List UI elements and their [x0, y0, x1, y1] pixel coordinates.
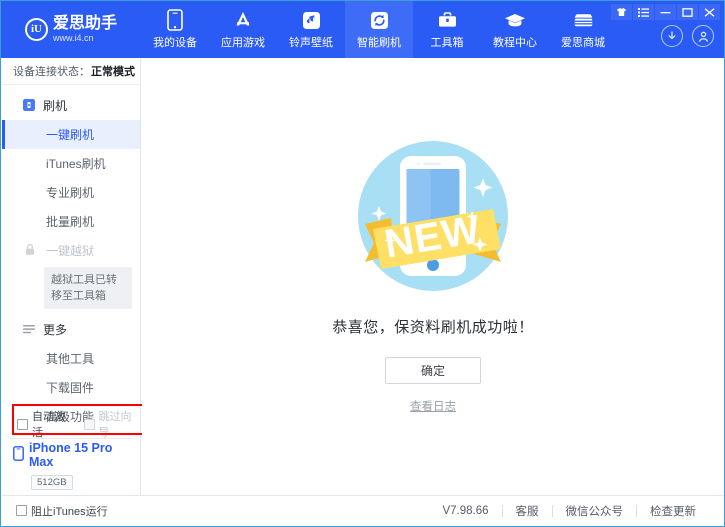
sidebar: 设备连接状态：正常模式 刷机 一键刷机 iTunes刷机 专业刷机 批量刷机	[2, 58, 145, 514]
status-bar: 阻止iTunes运行 V7.98.66 客服 微信公众号 检查更新	[2, 495, 724, 525]
skin-icon[interactable]	[611, 4, 632, 20]
auto-activate-checkbox[interactable]: 自动激活	[17, 408, 74, 440]
toolbox-icon	[437, 9, 458, 31]
nav-item-my-device[interactable]: 我的设备	[141, 1, 209, 58]
checkbox-box	[16, 505, 27, 516]
close-icon[interactable]	[699, 4, 720, 20]
sidebar-group-more: 更多	[2, 314, 140, 344]
sidebar-item-label: iTunes刷机	[46, 157, 106, 171]
support-link[interactable]: 客服	[503, 503, 552, 519]
app-window: iU 爱思助手 www.i4.cn 我的设备 应用游戏 铃声壁纸 智能刷机 工具…	[0, 0, 725, 527]
nav-label: 智能刷机	[357, 37, 401, 49]
main-content: NEW 恭喜您，保资料刷机成功啦！ 确定 查看日志	[142, 58, 724, 496]
jailbreak-moved-tooltip: 越狱工具已转移至工具箱	[44, 267, 132, 309]
sidebar-item-label: 下载固件	[46, 381, 95, 395]
wechat-link[interactable]: 微信公众号	[553, 503, 637, 519]
menu-icon[interactable]	[633, 4, 654, 20]
app-header: iU 爱思助手 www.i4.cn 我的设备 应用游戏 铃声壁纸 智能刷机 工具…	[1, 1, 724, 58]
brand-name: 爱思助手	[52, 15, 117, 32]
graduation-cap-icon	[504, 9, 526, 31]
sidebar-item-one-key-jailbreak: 一键越狱	[2, 236, 140, 265]
sidebar-item-label: 一键越狱	[46, 244, 95, 258]
nav-item-ringtones-wallpapers[interactable]: 铃声壁纸	[277, 1, 345, 58]
download-icon[interactable]	[661, 25, 683, 47]
maximize-icon[interactable]	[677, 4, 698, 20]
store-icon	[572, 9, 595, 31]
nav-item-smart-flash[interactable]: 智能刷机	[345, 1, 413, 58]
brand-logo-area: iU 爱思助手 www.i4.cn	[1, 1, 141, 58]
music-icon	[302, 9, 321, 31]
nav-item-tutorial-center[interactable]: 教程中心	[481, 1, 549, 58]
sidebar-item-download-firmware[interactable]: 下载固件	[2, 373, 140, 402]
nav-label: 应用游戏	[221, 37, 265, 49]
nav-label: 我的设备	[153, 37, 197, 49]
sidebar-item-batch-flash[interactable]: 批量刷机	[2, 207, 140, 236]
checkbox-box	[17, 418, 28, 430]
nav-label: 爱思商城	[561, 37, 605, 49]
success-message: 恭喜您，保资料刷机成功啦！	[332, 319, 534, 336]
lock-icon	[24, 243, 36, 259]
refresh-icon	[370, 9, 389, 31]
nav-item-toolbox[interactable]: 工具箱	[413, 1, 481, 58]
user-avatar-icon[interactable]	[692, 25, 714, 47]
main-nav: 我的设备 应用游戏 铃声壁纸 智能刷机 工具箱 教程中心 爱思商城	[141, 1, 617, 58]
sidebar-item-label: 其他工具	[46, 352, 95, 366]
nav-item-apps-games[interactable]: 应用游戏	[209, 1, 277, 58]
skip-wizard-label: 跳过向导	[98, 411, 132, 439]
connection-status-value: 正常模式	[91, 66, 135, 78]
minimize-icon[interactable]	[655, 4, 676, 20]
sidebar-group-title: 更多	[43, 322, 68, 337]
device-capacity-badge: 512GB	[31, 475, 73, 490]
flash-icon	[22, 98, 36, 112]
skip-wizard-checkbox: 跳过向导	[83, 408, 141, 440]
checkbox-box	[83, 418, 95, 430]
phone-icon	[167, 9, 183, 31]
sidebar-item-label: 专业刷机	[46, 186, 95, 200]
version-label: V7.98.66	[442, 504, 489, 517]
check-update-link[interactable]: 检查更新	[637, 503, 709, 519]
appstore-icon	[232, 9, 254, 31]
sidebar-item-one-key-flash[interactable]: 一键刷机	[2, 120, 140, 149]
new-device-illustration: NEW	[343, 126, 523, 306]
list-icon	[22, 322, 36, 336]
device-phone-icon	[13, 446, 24, 464]
connection-status: 设备连接状态： 正常模式	[2, 58, 140, 85]
sidebar-group-title: 刷机	[43, 98, 68, 113]
sidebar-item-label: 批量刷机	[46, 215, 95, 229]
window-controls	[611, 4, 720, 20]
nav-label: 工具箱	[430, 37, 464, 49]
sidebar-item-other-tools[interactable]: 其他工具	[2, 344, 140, 373]
view-log-link[interactable]: 查看日志	[410, 398, 456, 414]
connection-status-label: 设备连接状态：	[13, 66, 90, 78]
block-itunes-label: 阻止iTunes运行	[31, 505, 108, 518]
nav-label: 教程中心	[493, 37, 537, 49]
confirm-button[interactable]: 确定	[385, 357, 481, 384]
nav-item-store[interactable]: 爱思商城	[549, 1, 617, 58]
device-name: iPhone 15 Pro Max	[29, 441, 113, 469]
nav-label: 铃声壁纸	[289, 37, 333, 49]
sidebar-item-pro-flash[interactable]: 专业刷机	[2, 178, 140, 207]
auto-activate-label: 自动激活	[32, 411, 65, 439]
sidebar-options: 自动激活 跳过向导	[2, 408, 140, 440]
i4-logo-icon: iU	[24, 18, 48, 41]
sidebar-group-flash: 刷机	[2, 90, 140, 120]
block-itunes-checkbox[interactable]: 阻止iTunes运行	[16, 503, 108, 519]
account-area	[661, 25, 714, 47]
sidebar-item-label: 一键刷机	[46, 128, 95, 142]
brand-url: www.i4.cn	[52, 33, 94, 43]
sidebar-item-itunes-flash[interactable]: iTunes刷机	[2, 149, 140, 178]
